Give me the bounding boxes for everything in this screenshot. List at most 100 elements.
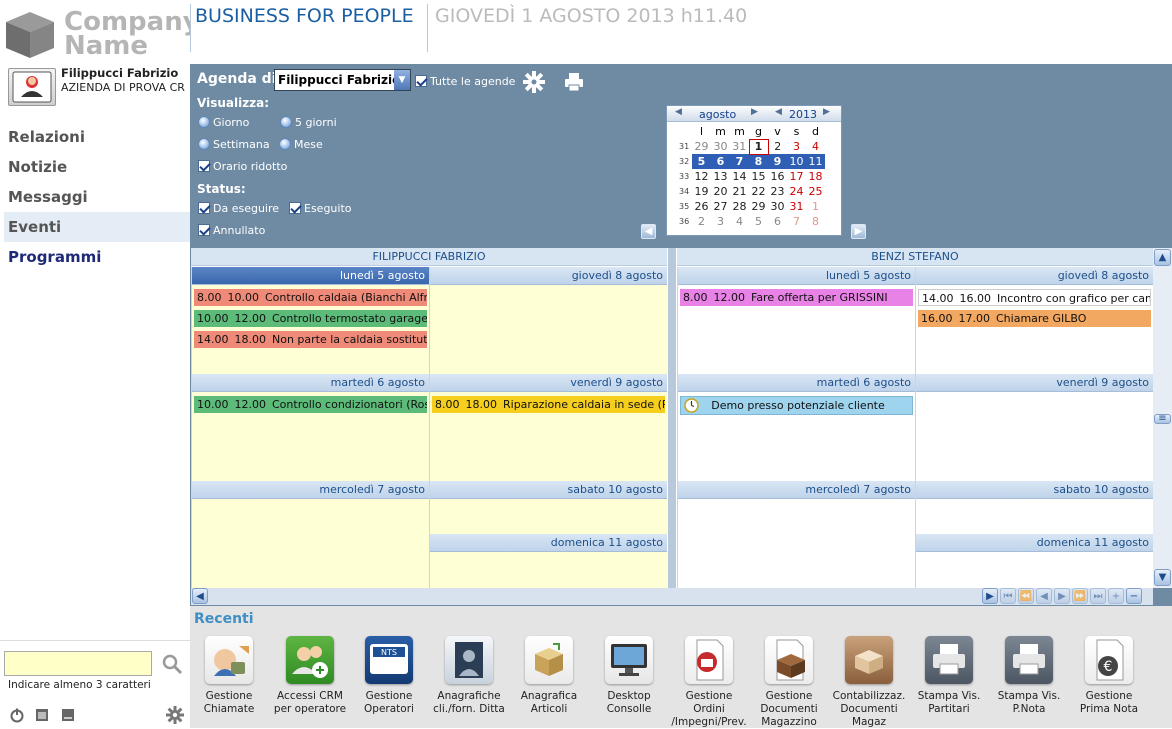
calendar-day[interactable]: 26 [692, 199, 711, 214]
calendar-day[interactable]: 19 [692, 184, 711, 199]
day-cell-mon[interactable]: lunedì 5 agosto 8.00 12.00 Fare offerta pe… [677, 267, 915, 374]
calendar-day[interactable]: 11 [806, 154, 825, 169]
calendar-day-today[interactable]: 1 [748, 138, 769, 155]
calendar-day[interactable]: 23 [768, 184, 787, 199]
calendar-day[interactable]: 4 [730, 214, 749, 229]
first-page-icon[interactable]: ⏮ [1000, 588, 1016, 604]
agenda-owner-select[interactable]: Filippucci Fabrizio ▼ [274, 69, 411, 91]
calendar-day[interactable]: 8 [749, 154, 768, 169]
calendar-day[interactable]: 22 [749, 184, 768, 199]
status-cancelled-checkbox[interactable]: Annullato [198, 223, 265, 237]
calendar-day[interactable]: 4 [806, 139, 825, 154]
event-item[interactable]: 8.00 12.00 Fare offerta per GRISSINI [680, 289, 913, 306]
scroll-down-icon[interactable]: ▼ [1154, 569, 1171, 586]
calendar-day[interactable]: 7 [730, 154, 749, 169]
print-icon[interactable] [563, 71, 585, 93]
app-desktop-consolle[interactable]: Desktop Consolle [589, 636, 669, 716]
calendar-day[interactable]: 2 [768, 139, 787, 154]
next-year-icon[interactable]: ▶ [823, 107, 830, 117]
calendar-day[interactable]: 31 [787, 199, 806, 214]
day-cell-thu[interactable]: giovedì 8 agosto [429, 267, 667, 374]
event-item[interactable]: 8.0018.00Riparazione caldaia in sede (Ro… [432, 396, 665, 413]
event-item[interactable]: 10.0012.00Controllo condizionatori (Ross… [194, 396, 427, 413]
calendar-day[interactable]: 10 [787, 154, 806, 169]
event-item[interactable]: 14.0016.00Incontro con grafico per campa… [918, 289, 1151, 306]
app-gestione-ordini[interactable]: Gestione Ordini /Impegni/Prev. [669, 636, 749, 729]
calendar-day[interactable]: 9 [768, 154, 787, 169]
all-agendas-checkbox[interactable]: Tutte le agende [415, 74, 515, 88]
scroll-up-icon[interactable]: ▲ [1154, 249, 1171, 266]
calendar-day[interactable]: 31 [730, 139, 749, 154]
zoom-in-icon[interactable]: + [1108, 588, 1124, 604]
app-gestione-operatori[interactable]: NTS Gestione Operatori [349, 636, 429, 716]
calendar-day[interactable]: 2 [692, 214, 711, 229]
calendar-day[interactable]: 1 [806, 199, 825, 214]
calendar-day[interactable]: 27 [711, 199, 730, 214]
event-item[interactable]: 16.00 17.00 Chiamare GILBO [918, 310, 1151, 327]
calendar-day[interactable]: 6 [711, 154, 730, 169]
nav-programmi[interactable]: Programmi [4, 242, 190, 272]
event-item[interactable]: 8.00 10.00 Controllo caldaia (Bianchi Alfr… [194, 289, 427, 306]
app-anagrafiche-clifor[interactable]: Anagrafiche cli./forn. Ditta [429, 636, 509, 716]
next-week-button[interactable]: ▶ [851, 224, 866, 239]
nav-relazioni[interactable]: Relazioni [4, 122, 190, 152]
next-month-icon[interactable]: ▶ [751, 107, 758, 117]
calendar-day[interactable]: 7 [787, 214, 806, 229]
day-cell-sun[interactable]: domenica 11 agosto [915, 534, 1153, 588]
calendar-day[interactable]: 15 [749, 169, 768, 184]
calendar-day[interactable]: 13 [711, 169, 730, 184]
event-item[interactable]: 14.0018.00Non parte la caldaia sostituti… [194, 331, 427, 348]
search-icon[interactable] [161, 653, 183, 675]
event-item[interactable]: Demo presso potenziale cliente [680, 396, 913, 415]
day-cell-sat[interactable]: sabato 10 agosto [915, 481, 1153, 534]
power-icon[interactable] [9, 707, 25, 723]
rewind-icon[interactable]: ⏪ [1018, 588, 1034, 604]
nav-messaggi[interactable]: Messaggi [4, 182, 190, 212]
status-todo-checkbox[interactable]: Da eseguire [198, 201, 279, 215]
window-icon[interactable] [34, 707, 50, 723]
calendar-day[interactable]: 3 [711, 214, 730, 229]
calendar-day[interactable]: 12 [692, 169, 711, 184]
prev-month-icon[interactable]: ◀ [675, 107, 682, 117]
zoom-out-icon[interactable]: − [1126, 588, 1142, 604]
app-stampa-partitari[interactable]: Stampa Vis. Partitari [909, 636, 989, 716]
avatar[interactable] [8, 68, 56, 106]
calendar-day[interactable]: 18 [806, 169, 825, 184]
day-cell-thu[interactable]: giovedì 8 agosto 14.00 16.00 Incontro con … [915, 267, 1153, 374]
calendar-day[interactable]: 30 [711, 139, 730, 154]
calendar-day[interactable]: 8 [806, 214, 825, 229]
calendar-day[interactable]: 16 [768, 169, 787, 184]
calendar-year[interactable]: 2013 [789, 108, 817, 121]
status-done-checkbox[interactable]: Eseguito [289, 201, 352, 215]
app-gestione-chiamate[interactable]: Gestione Chiamate [189, 636, 269, 716]
chevron-down-icon[interactable]: ▼ [394, 70, 410, 90]
settings-gear-icon[interactable] [166, 706, 184, 724]
prev-year-icon[interactable]: ◀ [775, 107, 782, 117]
day-cell-mon[interactable]: lunedì 5 agosto 8.00 10.00 Controllo calda… [191, 267, 429, 374]
day-cell-tue[interactable]: martedì 6 agosto 10.00 12.00 Controllo con… [191, 374, 429, 481]
calendar-day[interactable]: 5 [692, 154, 711, 169]
reduced-hours-checkbox[interactable]: Orario ridotto [198, 159, 287, 173]
calendar-day[interactable]: 30 [768, 199, 787, 214]
nav-eventi[interactable]: Eventi [4, 212, 190, 242]
calendar-day[interactable]: 25 [806, 184, 825, 199]
day-cell-wed[interactable]: mercoledì 7 agosto [191, 481, 429, 588]
app-stampa-pnota[interactable]: Stampa Vis. P.Nota [989, 636, 1069, 716]
app-anagrafica-articoli[interactable]: Anagrafica Articoli [509, 636, 589, 716]
app-contabilizzazione[interactable]: Contabilizzaz. Documenti Magaz [829, 636, 909, 729]
nav-notizie[interactable]: Notizie [4, 152, 190, 182]
calendar-day[interactable]: 14 [730, 169, 749, 184]
prev-week-button[interactable]: ◀ [641, 224, 656, 239]
calendar-day[interactable]: 20 [711, 184, 730, 199]
calendar-month[interactable]: agosto [699, 108, 736, 121]
next-page-icon[interactable]: ▶ [1054, 588, 1070, 604]
view-5days-radio[interactable]: 5 giorni [280, 115, 337, 129]
calendar-day[interactable]: 28 [730, 199, 749, 214]
day-cell-fri[interactable]: venerdì 9 agosto 8.00 18.00 Riparazione ca… [429, 374, 667, 481]
calendar-day[interactable]: 29 [692, 139, 711, 154]
vertical-scrollbar[interactable]: ▲ ≡ ▼ [1153, 248, 1172, 588]
scroll-left-icon[interactable]: ◀ [192, 588, 208, 604]
search-input[interactable] [4, 651, 152, 676]
calendar-day[interactable]: 29 [749, 199, 768, 214]
prev-page-icon[interactable]: ◀ [1036, 588, 1052, 604]
